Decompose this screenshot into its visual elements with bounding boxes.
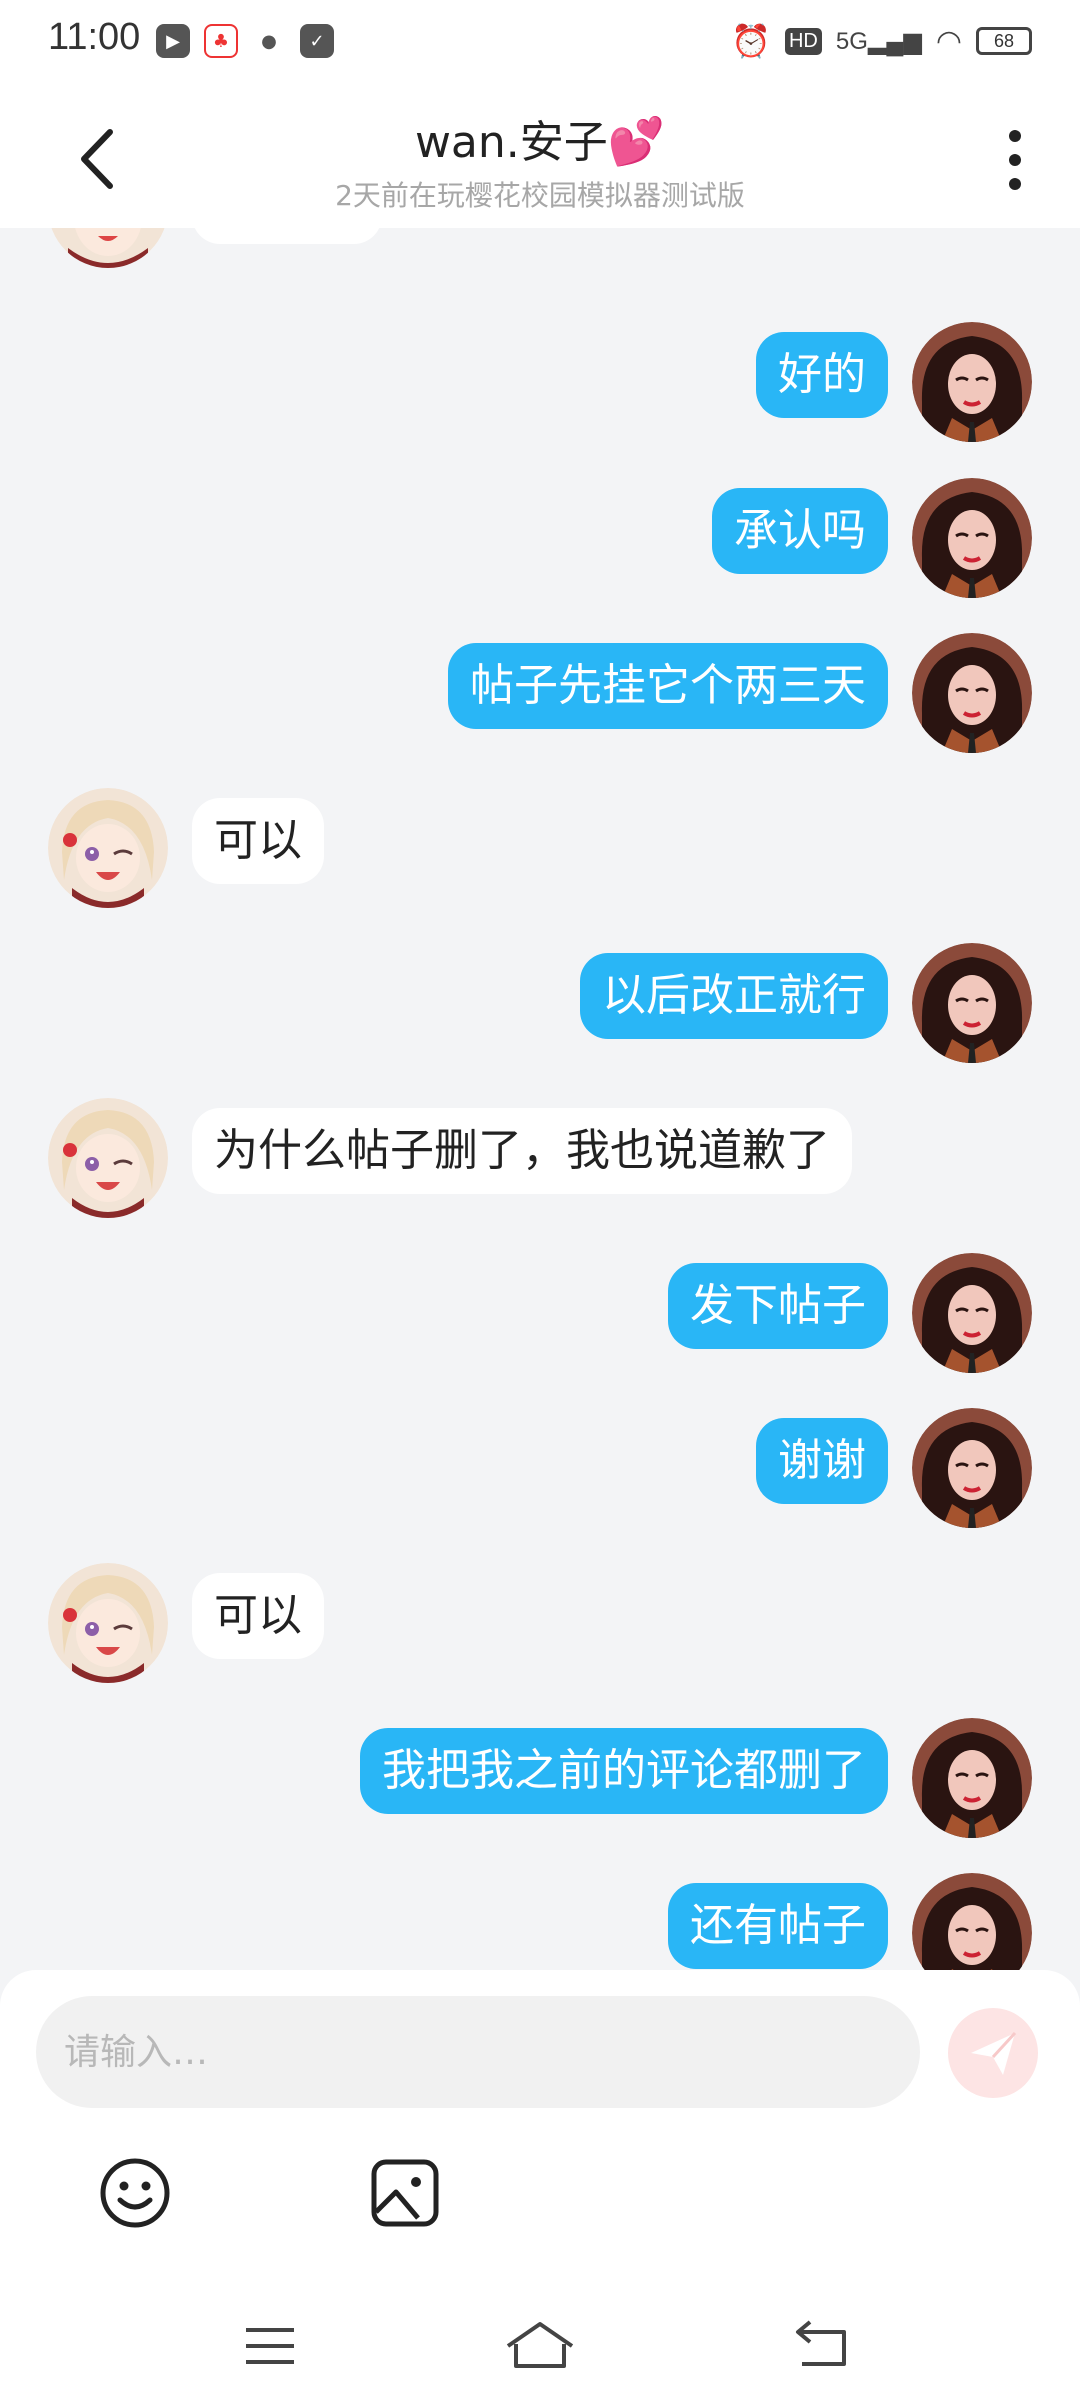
menu-button[interactable] <box>230 2310 310 2380</box>
status-bar: 11:00 ▶ ♣ ● ✓ ⏰ HD 5G▂▄▆ ◠ 68 <box>0 0 1080 84</box>
smiley-icon <box>100 2158 170 2228</box>
title-area: wan.安子💕 2天前在玩樱花校园模拟器测试版 <box>200 106 880 214</box>
notification-icons: ▶ ♣ ● ✓ <box>156 24 334 58</box>
my-avatar[interactable] <box>912 1408 1032 1528</box>
sent-message-bubble[interactable]: 谢谢 <box>756 1418 888 1504</box>
sent-message-bubble[interactable]: 好的 <box>756 332 888 418</box>
return-button[interactable] <box>780 2310 860 2380</box>
my-avatar[interactable] <box>912 478 1032 598</box>
contact-avatar[interactable] <box>48 228 168 268</box>
chat-header: wan.安子💕 2天前在玩樱花校园模拟器测试版 <box>0 84 1080 228</box>
back-nav-icon <box>796 2320 846 2366</box>
message-list[interactable]: 好的 承认吗 帖子先挂它个两三天 可以 以后改正就行 为什么帖子删了，我也说道歉了 发下帖子… <box>0 228 1080 1970</box>
my-avatar[interactable] <box>912 633 1032 753</box>
message-row: 帖子先挂它个两三天 <box>0 633 1080 759</box>
hearts-emoji-icon: 💕 <box>607 114 666 168</box>
message-row: 为什么帖子删了，我也说道歉了 <box>0 1098 1080 1224</box>
received-message-bubble[interactable]: 可以 <box>192 798 324 884</box>
contact-avatar[interactable] <box>48 1098 168 1218</box>
sent-message-bubble[interactable]: 承认吗 <box>712 488 888 574</box>
more-vertical-icon <box>1009 130 1021 142</box>
received-message-bubble[interactable]: 为什么帖子删了，我也说道歉了 <box>192 1108 852 1194</box>
message-row: 发下帖子 <box>0 1253 1080 1379</box>
image-icon <box>371 2159 439 2227</box>
page-title: wan.安子💕 <box>200 106 880 170</box>
sent-message-bubble[interactable]: 以后改正就行 <box>580 953 888 1039</box>
chevron-left-icon <box>81 129 113 189</box>
message-row-partial <box>0 228 1080 274</box>
send-icon <box>971 2031 1017 2075</box>
send-button[interactable] <box>948 2008 1038 2098</box>
my-avatar[interactable] <box>912 322 1032 442</box>
message-row: 我把我之前的评论都删了 <box>0 1718 1080 1844</box>
my-avatar[interactable] <box>912 1718 1032 1838</box>
message-row: 以后改正就行 <box>0 943 1080 1069</box>
message-row: 承认吗 <box>0 478 1080 604</box>
my-avatar[interactable] <box>912 1873 1032 1970</box>
message-row: 好的 <box>0 322 1080 448</box>
composer-panel <box>0 1970 1080 2408</box>
more-button[interactable] <box>1008 130 1022 190</box>
sent-message-bubble[interactable]: 还有帖子 <box>668 1883 888 1969</box>
sent-message-bubble[interactable]: 帖子先挂它个两三天 <box>448 643 888 729</box>
contact-status: 2天前在玩樱花校园模拟器测试版 <box>335 179 745 212</box>
wifi-icon: ◠ <box>935 23 962 59</box>
baidu-app-icon: ♣ <box>204 24 238 58</box>
message-input[interactable] <box>36 1996 920 2108</box>
menu-icon <box>246 2328 294 2364</box>
my-avatar[interactable] <box>912 1253 1032 1373</box>
alarm-icon: ⏰ <box>731 22 771 60</box>
emoji-button[interactable] <box>90 2148 180 2238</box>
network-type: 5G <box>835 27 868 55</box>
image-button[interactable] <box>360 2148 450 2238</box>
wechat-app-icon: ● <box>252 24 286 58</box>
message-row: 可以 <box>0 1563 1080 1689</box>
status-time: 11:00 <box>48 16 141 58</box>
back-button[interactable] <box>70 124 130 194</box>
message-row: 可以 <box>0 788 1080 914</box>
sent-message-bubble[interactable]: 发下帖子 <box>668 1263 888 1349</box>
hd-icon: HD <box>784 27 822 55</box>
sent-message-bubble[interactable]: 我把我之前的评论都删了 <box>360 1728 888 1814</box>
contact-name: wan.安子 <box>414 117 608 168</box>
message-row: 还有帖子 <box>0 1873 1080 1970</box>
signal-icon: 5G▂▄▆ <box>835 27 922 55</box>
video-app-icon: ▶ <box>156 24 190 58</box>
received-message-bubble[interactable]: 可以 <box>192 1573 324 1659</box>
home-icon <box>506 2322 574 2368</box>
contact-avatar[interactable] <box>48 1563 168 1683</box>
message-row: 谢谢 <box>0 1408 1080 1534</box>
contact-avatar[interactable] <box>48 788 168 908</box>
system-icons: ⏰ HD 5G▂▄▆ ◠ 68 <box>731 22 1032 60</box>
system-nav-bar <box>0 2286 1080 2406</box>
home-button[interactable] <box>500 2310 580 2380</box>
my-avatar[interactable] <box>912 943 1032 1063</box>
message-bubble-partial <box>192 228 382 244</box>
shield-icon: ✓ <box>300 24 334 58</box>
battery-icon: 68 <box>976 27 1032 55</box>
